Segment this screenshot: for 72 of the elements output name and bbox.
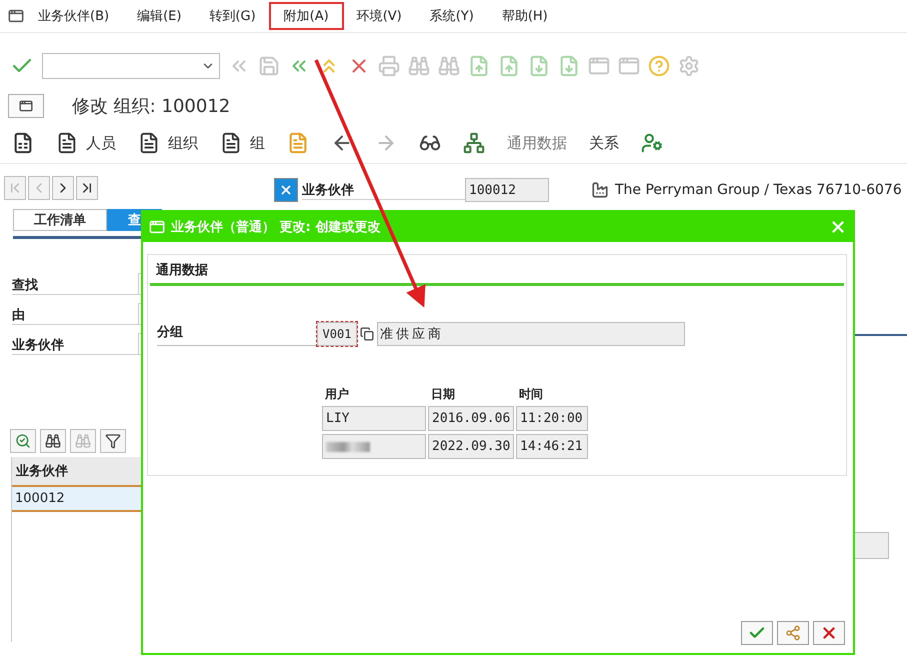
search-icon [15,433,31,449]
command-field[interactable] [42,53,220,79]
table-cell: 2016.09.06 [428,406,514,431]
input-field[interactable] [854,532,889,559]
next-button[interactable] [52,176,74,200]
field-label: 由 [12,307,26,324]
help-icon[interactable] [648,55,670,77]
confirm-button[interactable] [741,621,773,645]
binoculars-icon [45,433,61,449]
table-cell: 14:46:21 [516,434,588,459]
page-down-icon[interactable] [558,55,580,77]
tab[interactable]: 工作清单 [13,209,107,231]
section-header: 通用数据 [150,255,844,286]
partner-description: The Perryman Group / Texas 76710-6076 [615,182,902,198]
menu-item[interactable]: 转到(G) [195,3,270,29]
window-icon[interactable] [588,55,610,77]
column-header: 时间 [518,386,544,403]
save-icon[interactable] [258,55,280,77]
share-icon [785,625,801,641]
menu-item[interactable]: 附加(A) [270,3,343,29]
settings-icon[interactable] [678,55,700,77]
binoculars-icon [75,433,91,449]
window-icon [149,219,165,235]
layout-menu-button[interactable] [8,94,44,118]
window-icon[interactable] [618,55,640,77]
binoculars-icon[interactable] [438,55,460,77]
binoculars-icon[interactable] [408,55,430,77]
close-icon [279,183,293,197]
column-header: 用户 [324,386,350,403]
last-button[interactable] [76,176,98,200]
grouping-field[interactable]: V001 [317,322,357,346]
toolbar-button[interactable]: 组织 [138,132,198,154]
table-cell: 11:20:00 [516,406,588,431]
menu-item[interactable]: 系统(Y) [416,3,488,29]
menu-item[interactable]: 业务伙伴(B) [24,3,124,29]
transfer-button[interactable] [777,621,809,645]
hierarchy-icon[interactable] [463,132,485,154]
description-field: 准供应商 [377,322,685,346]
menu-item[interactable]: 环境(V) [342,3,416,29]
find-button[interactable] [40,429,66,453]
page-down-icon[interactable] [528,55,550,77]
printer-icon[interactable] [378,55,400,77]
menu-icon[interactable] [8,8,24,24]
toolbar-button[interactable]: 组 [220,132,265,154]
field-label: 业务伙伴 [12,337,65,354]
partner-field[interactable]: 100012 [465,178,549,202]
user-settings-icon[interactable] [641,132,663,154]
copy-icon[interactable] [360,326,374,340]
table-cell: 2022.09.30 [428,434,514,459]
list-icon[interactable] [12,132,34,154]
page-up-icon[interactable] [498,55,520,77]
first-button[interactable] [4,176,26,200]
toolbar-button[interactable]: 关系 [589,134,619,152]
field-label: 查找 [12,277,39,294]
screen-title: 修改 组织: 100012 [72,95,230,118]
document-icon [138,132,160,154]
search-button[interactable] [10,429,36,453]
toolbar-button[interactable]: 人员 [56,132,116,154]
folder-icon[interactable] [287,132,309,154]
filter-button[interactable] [100,429,126,453]
filter-icon [105,433,121,449]
dialog-title: 业务伙伴（普通） 更改: 创建或更改 [171,218,382,236]
menu-item[interactable]: 编辑(E) [123,3,196,29]
cancel-button[interactable] [813,621,845,645]
document-icon [56,132,78,154]
close-button[interactable] [274,178,298,202]
menu-item[interactable]: 帮助(H) [488,3,562,29]
document-icon [220,132,242,154]
column-header: 日期 [430,386,456,403]
factory-icon [591,181,609,199]
page-up-icon[interactable] [468,55,490,77]
table-cell: LIY [322,406,426,431]
